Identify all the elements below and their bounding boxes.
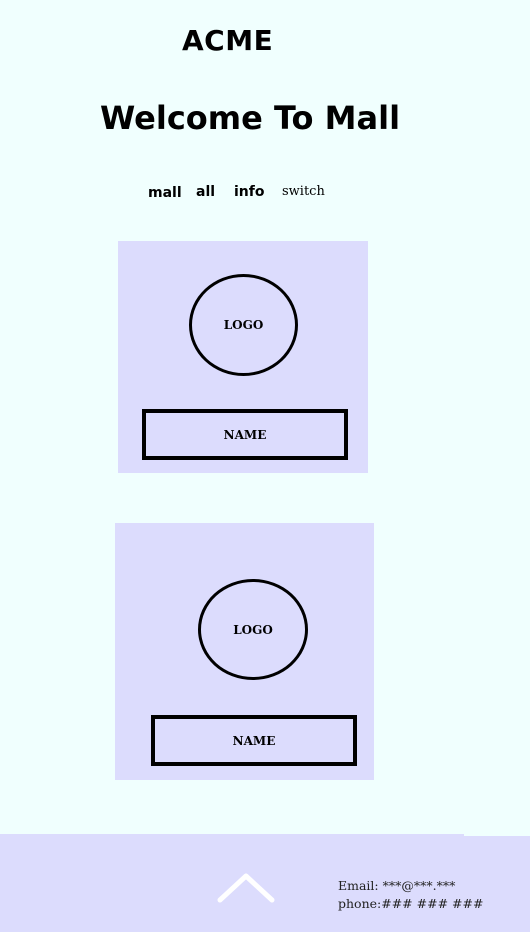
store-logo: LOGO bbox=[198, 579, 308, 680]
contact-info: Email: ***@***.*** phone:### ### ### bbox=[338, 877, 483, 913]
store-name-label: NAME bbox=[232, 733, 276, 748]
store-name-label: NAME bbox=[223, 427, 267, 442]
brand-title: ACME bbox=[182, 24, 274, 57]
nav-item-info[interactable]: info bbox=[234, 184, 264, 200]
contact-email: Email: ***@***.*** bbox=[338, 878, 456, 893]
store-logo-label: LOGO bbox=[233, 622, 273, 637]
store-card[interactable]: LOGO NAME bbox=[115, 523, 374, 780]
nav-item-mall[interactable]: mall bbox=[148, 185, 182, 201]
scroll-to-top-button[interactable] bbox=[215, 868, 277, 908]
nav-item-all[interactable]: all bbox=[196, 184, 215, 200]
contact-phone: phone:### ### ### bbox=[338, 896, 484, 911]
store-name-box: NAME bbox=[142, 409, 348, 460]
page-title: Welcome To Mall bbox=[100, 99, 401, 137]
store-logo: LOGO bbox=[189, 274, 298, 376]
nav-menu: mall all info switch bbox=[0, 184, 530, 204]
store-logo-label: LOGO bbox=[223, 318, 264, 332]
footer-edge bbox=[464, 834, 530, 836]
store-name-box: NAME bbox=[151, 715, 357, 766]
nav-item-switch[interactable]: switch bbox=[282, 184, 325, 199]
chevron-up-icon bbox=[217, 873, 275, 903]
page-footer: Email: ***@***.*** phone:### ### ### bbox=[0, 834, 530, 932]
store-card[interactable]: LOGO NAME bbox=[118, 241, 368, 473]
